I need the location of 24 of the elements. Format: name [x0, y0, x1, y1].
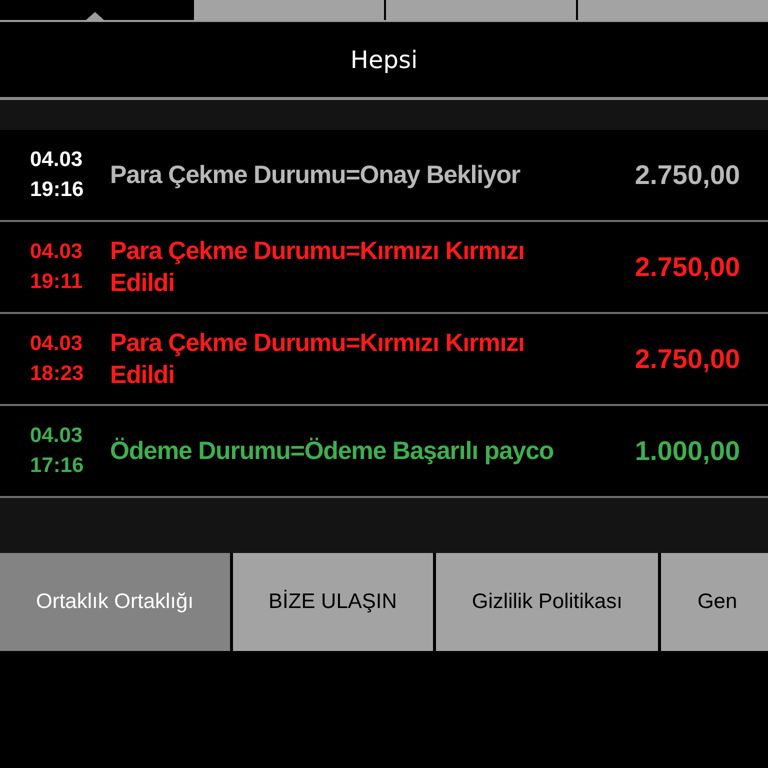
- footer-tab[interactable]: Gizlilik Politikası: [436, 553, 658, 651]
- transaction-description: Para Çekme Durumu=Kırmızı Kırmızı Edildi: [110, 236, 526, 299]
- filter-label: Hepsi: [350, 46, 418, 74]
- transaction-amount: 2.750,00: [634, 252, 740, 282]
- transaction-date: 04.03: [30, 331, 84, 357]
- transaction-description: Ödeme Durumu=Ödeme Başarılı payco: [110, 436, 555, 467]
- transaction-date: 04.03: [30, 423, 84, 449]
- footer-tab[interactable]: Gen: [661, 553, 768, 651]
- tab[interactable]: [194, 0, 384, 20]
- tab[interactable]: [386, 0, 576, 20]
- transaction-description: Para Çekme Durumu=Onay Bekliyor: [110, 160, 522, 191]
- transaction-time: 17:16: [30, 453, 85, 479]
- tab[interactable]: [578, 0, 768, 20]
- transaction-amount: 2.750,00: [634, 160, 740, 190]
- transaction-time: 19:11: [30, 269, 84, 295]
- transaction-time: 18:23: [30, 361, 85, 387]
- transaction-amount: 1.000,00: [634, 436, 740, 466]
- transaction-date: 04.03: [30, 147, 84, 173]
- transaction-amount: 2.750,00: [634, 344, 740, 374]
- footer-tab[interactable]: BİZE ULAŞIN: [232, 553, 433, 651]
- transaction-time: 19:16: [30, 177, 85, 203]
- transaction-description: Para Çekme Durumu=Kırmızı Kırmızı Edildi: [110, 328, 526, 391]
- footer-tab[interactable]: Ortaklık Ortaklığı: [0, 553, 230, 651]
- transaction-date: 04.03: [30, 239, 84, 265]
